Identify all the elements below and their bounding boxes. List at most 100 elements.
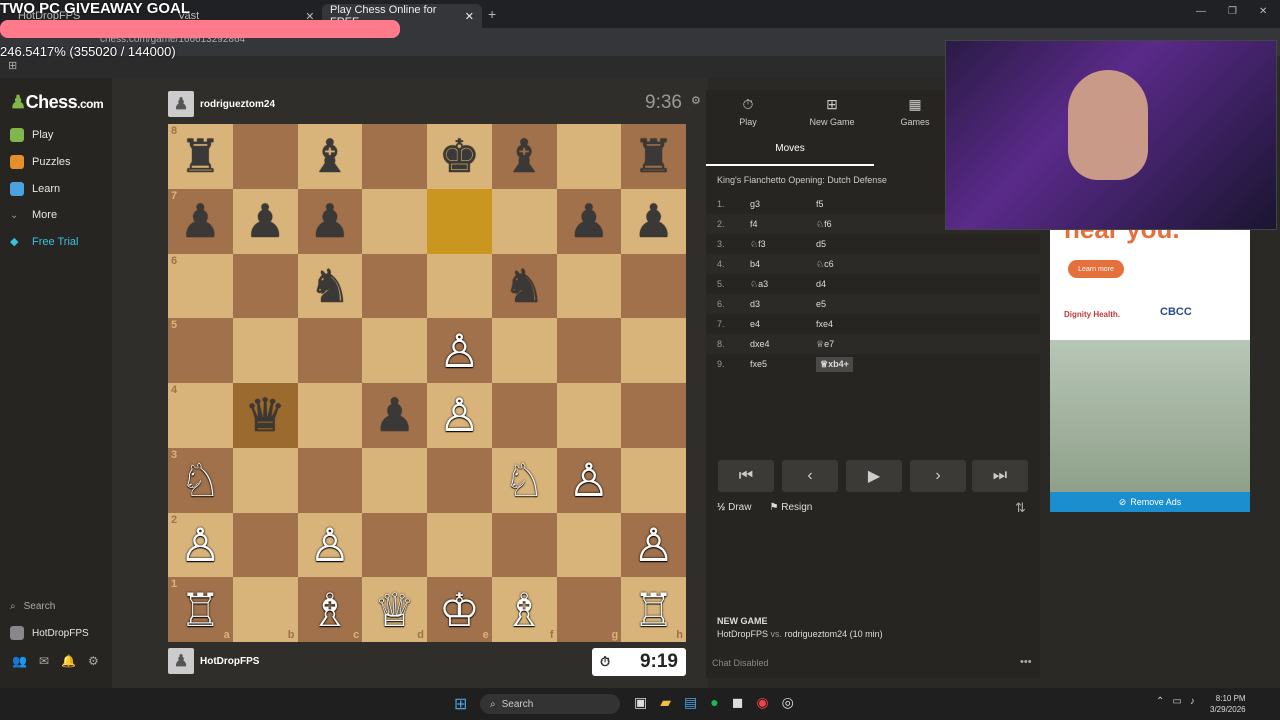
black-move[interactable]: fxe4 [816, 319, 833, 329]
white-player[interactable]: HotDropFPS [717, 629, 768, 639]
windows-start-icon[interactable]: ⊞ [454, 694, 467, 714]
chess-piece[interactable]: ♙ [633, 522, 674, 568]
chess-piece[interactable]: ♘ [504, 457, 545, 503]
board-square-e2[interactable] [427, 512, 492, 578]
board-square-b8[interactable] [232, 124, 298, 189]
black-move[interactable]: ♕e7 [816, 339, 834, 350]
taskbar-search[interactable]: ⌕ Search [480, 694, 620, 714]
black-move[interactable]: ♘f6 [816, 219, 832, 230]
settings-icon[interactable]: ⚙ [691, 94, 701, 107]
board-square-e3[interactable] [427, 447, 492, 513]
black-move[interactable]: ♕xb4+ [816, 357, 853, 372]
new-tab-icon[interactable]: + [488, 6, 496, 22]
apps-icon[interactable]: ⊞ [8, 59, 17, 72]
chess-piece[interactable]: ♜ [180, 133, 221, 179]
hud-icon[interactable]: ◼ [732, 694, 744, 711]
board-square-g5[interactable] [556, 318, 622, 383]
board-square-h8[interactable]: ♜ [621, 124, 686, 189]
board-square-a8[interactable]: 8 ♜ [168, 124, 233, 189]
board-square-b7[interactable]: ♟ [232, 188, 298, 254]
board-square-c3[interactable] [297, 447, 363, 513]
board-square-d4[interactable]: ♟ [362, 383, 427, 448]
chess-piece[interactable]: ♘ [180, 457, 221, 503]
black-move[interactable]: ♘c6 [816, 259, 834, 270]
chess-piece[interactable]: ♛ [245, 392, 286, 438]
chess-piece[interactable]: ♟ [568, 198, 609, 244]
white-move[interactable]: ♘f3 [750, 239, 766, 250]
board-square-f6[interactable]: ♞ [491, 253, 557, 319]
minimize-icon[interactable]: — [1196, 6, 1206, 17]
board-square-e4[interactable]: ♙ [427, 383, 492, 448]
board-square-c7[interactable]: ♟ [297, 188, 363, 254]
black-move[interactable]: d5 [816, 239, 826, 249]
maximize-icon[interactable]: ❐ [1228, 6, 1237, 17]
board-square-h3[interactable] [621, 447, 686, 513]
first-move-button[interactable]: ⏮ [718, 460, 774, 492]
gear-icon[interactable]: ⚙ [88, 654, 99, 668]
board-square-g6[interactable] [556, 253, 622, 319]
sidebar-item-puzzles[interactable]: Puzzles [10, 155, 71, 169]
chess-piece[interactable]: ♟ [633, 198, 674, 244]
board-square-h1[interactable]: h ♖ [621, 577, 686, 642]
bottom-player[interactable]: ♟ HotDropFPS [168, 648, 259, 674]
sidebar-item-free-trial[interactable]: ◆ Free Trial [10, 235, 78, 249]
board-square-a7[interactable]: 7 ♟ [168, 188, 233, 254]
board-square-g1[interactable]: g [556, 577, 622, 642]
black-move[interactable]: d4 [816, 279, 826, 289]
chess-piece[interactable]: ♝ [309, 133, 350, 179]
chess-piece[interactable]: ♗ [309, 587, 350, 633]
spotify-icon[interactable]: ● [710, 694, 718, 711]
board-square-a2[interactable]: 2 ♙ [168, 512, 233, 578]
board-square-b6[interactable] [232, 253, 298, 319]
network-icon[interactable]: ▭ [1172, 696, 1181, 707]
learn-more-button[interactable]: Learn more [1068, 260, 1124, 278]
chess-piece[interactable]: ♟ [374, 392, 415, 438]
board-square-e8[interactable]: ♚ [427, 124, 492, 189]
board-square-a3[interactable]: 3 ♘ [168, 447, 233, 513]
sidebar-user[interactable]: HotDropFPS [10, 626, 89, 640]
folder-icon[interactable]: ▰ [660, 694, 671, 711]
task-view-icon[interactable]: ▣ [634, 694, 647, 711]
board-square-d7[interactable] [362, 188, 427, 254]
steam-icon[interactable]: ◎ [782, 694, 794, 711]
next-move-button[interactable]: › [910, 460, 966, 492]
board-square-e5[interactable]: ♙ [427, 318, 492, 383]
tab-play[interactable]: ⏱ Play [718, 96, 778, 127]
board-square-a5[interactable]: 5 [168, 318, 233, 383]
white-move[interactable]: fxe5 [750, 359, 767, 369]
chess-board[interactable]: 8 ♜ ♝ ♚ ♝ ♜ 7 ♟ ♟ ♟ ♟ ♟ 6 ♞ ♞ 5 ♙ 4 ♛ ♟ ♙ 3 ♘ ♘ ♙ 2 ♙ ♙ ♙ 1 a ♖ b c ♗ d ♕ e ♔ f… [168, 124, 686, 642]
chess-piece[interactable]: ♟ [245, 198, 286, 244]
notepad-icon[interactable]: ▤ [684, 694, 697, 711]
board-square-b2[interactable] [232, 512, 298, 578]
chess-piece[interactable]: ♞ [504, 263, 545, 309]
chess-piece[interactable]: ♙ [568, 457, 609, 503]
white-move[interactable]: dxe4 [750, 339, 770, 349]
next-move-play-button[interactable]: ▶ [846, 460, 902, 492]
taskbar-clock[interactable]: 8:10 PM 3/29/2026 [1210, 693, 1246, 715]
black-move[interactable]: f5 [816, 199, 824, 209]
tab-games[interactable]: ▦ Games [885, 96, 945, 127]
sidebar-item-more[interactable]: ⌄ More [10, 209, 57, 221]
top-player[interactable]: ♟ rodrigueztom24 [168, 91, 275, 117]
chess-piece[interactable]: ♕ [374, 587, 415, 633]
board-square-h6[interactable] [621, 253, 686, 319]
board-square-c5[interactable] [297, 318, 363, 383]
chess-piece[interactable]: ♗ [504, 587, 545, 633]
volume-icon[interactable]: ♪ [1190, 696, 1195, 707]
board-square-e1[interactable]: e ♔ [427, 577, 492, 642]
chess-logo[interactable]: ♟Chess.com [10, 92, 104, 113]
board-square-d1[interactable]: d ♕ [362, 577, 427, 642]
board-square-h4[interactable] [621, 383, 686, 448]
white-move[interactable]: g3 [750, 199, 760, 209]
board-square-d8[interactable] [362, 124, 427, 189]
white-move[interactable]: e4 [750, 319, 760, 329]
flip-board-icon[interactable]: ⇅ [1015, 500, 1026, 516]
board-square-f7[interactable] [491, 188, 557, 254]
board-square-c2[interactable]: ♙ [297, 512, 363, 578]
white-move[interactable]: b4 [750, 259, 760, 269]
board-square-f8[interactable]: ♝ [491, 124, 557, 189]
bell-icon[interactable]: 🔔 [61, 654, 76, 668]
board-square-f1[interactable]: f ♗ [491, 577, 557, 642]
black-player[interactable]: rodrigueztom24 [785, 629, 848, 639]
chess-piece[interactable]: ♙ [439, 328, 480, 374]
